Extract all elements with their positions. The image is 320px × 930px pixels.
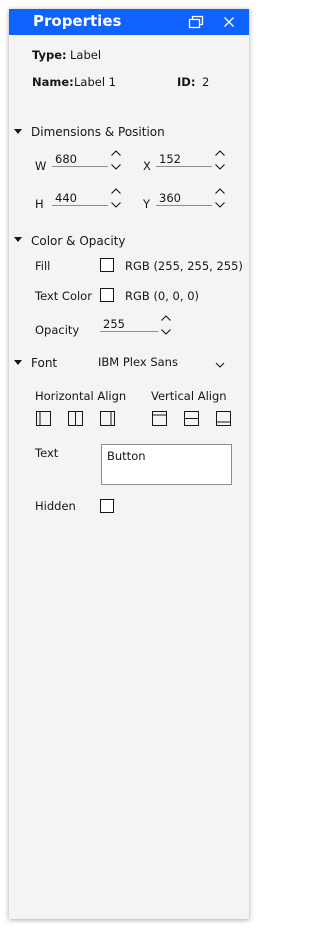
- align-bottom-icon[interactable]: [216, 411, 231, 426]
- type-label: Type:: [32, 48, 67, 62]
- id-label: ID:: [177, 75, 196, 89]
- text-color-swatch[interactable]: [100, 288, 114, 302]
- align-right-icon[interactable]: [100, 411, 115, 426]
- height-label: H: [35, 197, 44, 211]
- x-input[interactable]: 152: [156, 152, 212, 167]
- fill-label: Fill: [35, 259, 51, 273]
- panel-header: Properties: [9, 9, 249, 35]
- text-color-label: Text Color: [35, 289, 92, 303]
- fill-color-swatch[interactable]: [100, 258, 114, 272]
- y-input[interactable]: 360: [156, 191, 212, 206]
- dimensions-section-title[interactable]: Dimensions & Position: [31, 125, 165, 139]
- width-label: W: [35, 159, 47, 173]
- font-family-select[interactable]: IBM Plex Sans: [98, 355, 178, 369]
- horizontal-align-label: Horizontal Align: [35, 389, 127, 403]
- window-restore-icon[interactable]: [187, 13, 205, 31]
- align-left-icon[interactable]: [36, 411, 51, 426]
- y-stepper-icon[interactable]: [214, 187, 226, 209]
- vertical-align-label: Vertical Align: [151, 389, 227, 403]
- width-stepper-icon[interactable]: [110, 149, 122, 171]
- panel-title: Properties: [33, 12, 122, 30]
- fill-value: RGB (255, 255, 255): [125, 259, 243, 273]
- opacity-input[interactable]: 255: [100, 317, 158, 332]
- name-label: Name:: [32, 75, 74, 89]
- name-value: Label 1: [74, 75, 116, 89]
- font-section-title[interactable]: Font: [31, 356, 57, 370]
- collapse-triangle-icon[interactable]: [14, 129, 22, 134]
- text-color-value: RGB (0, 0, 0): [125, 289, 199, 303]
- text-label: Text: [35, 446, 59, 460]
- collapse-triangle-icon[interactable]: [14, 237, 22, 242]
- collapse-triangle-icon[interactable]: [14, 360, 22, 365]
- id-value: 2: [202, 75, 210, 89]
- properties-panel: Properties Type: Label Name: Label 1 ID:…: [9, 9, 249, 919]
- text-input[interactable]: Button: [101, 444, 232, 485]
- hidden-checkbox[interactable]: [100, 499, 114, 513]
- hidden-label: Hidden: [35, 499, 76, 513]
- color-section-title[interactable]: Color & Opacity: [31, 234, 125, 248]
- opacity-stepper-icon[interactable]: [160, 314, 172, 336]
- chevron-down-icon[interactable]: [214, 356, 226, 368]
- y-label: Y: [143, 197, 151, 211]
- close-icon[interactable]: [220, 13, 238, 31]
- align-center-icon[interactable]: [68, 411, 83, 426]
- opacity-label: Opacity: [35, 323, 80, 337]
- height-stepper-icon[interactable]: [110, 187, 122, 209]
- align-middle-icon[interactable]: [184, 411, 199, 426]
- x-label: X: [143, 159, 151, 173]
- width-input[interactable]: 680: [52, 152, 108, 167]
- x-stepper-icon[interactable]: [214, 149, 226, 171]
- type-value: Label: [70, 48, 102, 62]
- height-input[interactable]: 440: [52, 191, 108, 206]
- align-top-icon[interactable]: [152, 411, 167, 426]
